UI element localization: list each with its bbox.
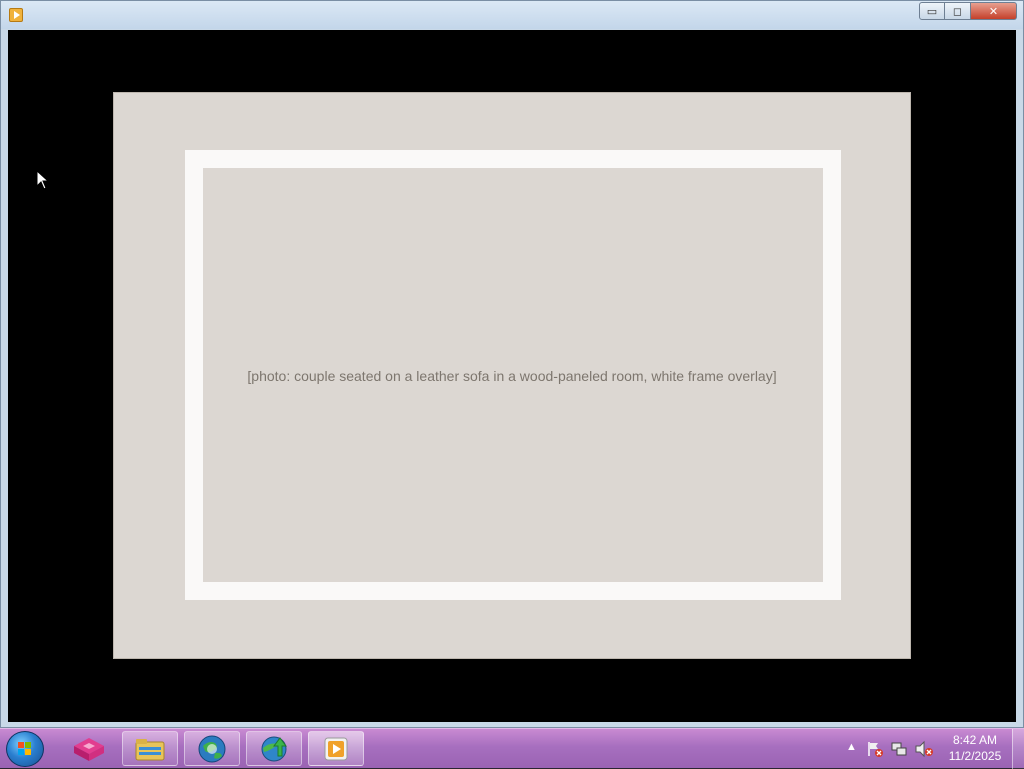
action-center-flag-icon[interactable]	[866, 740, 884, 761]
volume-muted-icon[interactable]	[914, 740, 934, 761]
taskbar-download-manager[interactable]	[246, 731, 302, 766]
pink-cube-app-icon	[74, 737, 104, 761]
start-button[interactable]	[6, 731, 44, 767]
close-button[interactable]: ✕	[971, 2, 1017, 20]
window-controls: ▭ ◻ ✕	[919, 2, 1017, 20]
taskbar-pink-cube-app[interactable]	[64, 731, 114, 766]
taskbar-browser[interactable]	[184, 731, 240, 766]
media-player-app-icon[interactable]	[9, 8, 23, 22]
minimize-icon: ▭	[926, 4, 938, 18]
clock-date: 11/2/2025	[948, 749, 1002, 763]
download-manager-icon	[261, 736, 287, 761]
white-frame-overlay	[185, 150, 841, 600]
taskbar: ▲ 8:42 AM 11/2/2025	[0, 728, 1024, 769]
slideshow-photo: [photo: couple seated on a leather sofa …	[113, 92, 911, 659]
show-hidden-icons-button[interactable]: ▲	[846, 741, 857, 753]
close-icon: ✕	[988, 4, 999, 18]
maximize-icon: ◻	[952, 4, 963, 18]
media-player-window[interactable]: ▭ ◻ ✕ [photo: couple seated on a leather…	[0, 0, 1024, 728]
show-desktop-button[interactable]	[1012, 729, 1024, 769]
file-explorer-icon	[135, 738, 165, 760]
maximize-button[interactable]: ◻	[945, 2, 971, 20]
taskbar-file-explorer[interactable]	[122, 731, 178, 766]
taskbar-media-player[interactable]	[308, 731, 364, 766]
globe-browser-icon	[198, 735, 226, 762]
minimize-button[interactable]: ▭	[919, 2, 945, 20]
system-clock[interactable]: 8:42 AM 11/2/2025	[940, 732, 1010, 764]
media-player-icon	[324, 737, 348, 760]
clock-time: 8:42 AM	[952, 733, 998, 747]
network-icon[interactable]	[890, 740, 908, 761]
slideshow-viewport[interactable]: [photo: couple seated on a leather sofa …	[8, 30, 1016, 722]
title-bar[interactable]: ▭ ◻ ✕	[1, 1, 1023, 29]
windows-logo-icon	[18, 742, 32, 756]
